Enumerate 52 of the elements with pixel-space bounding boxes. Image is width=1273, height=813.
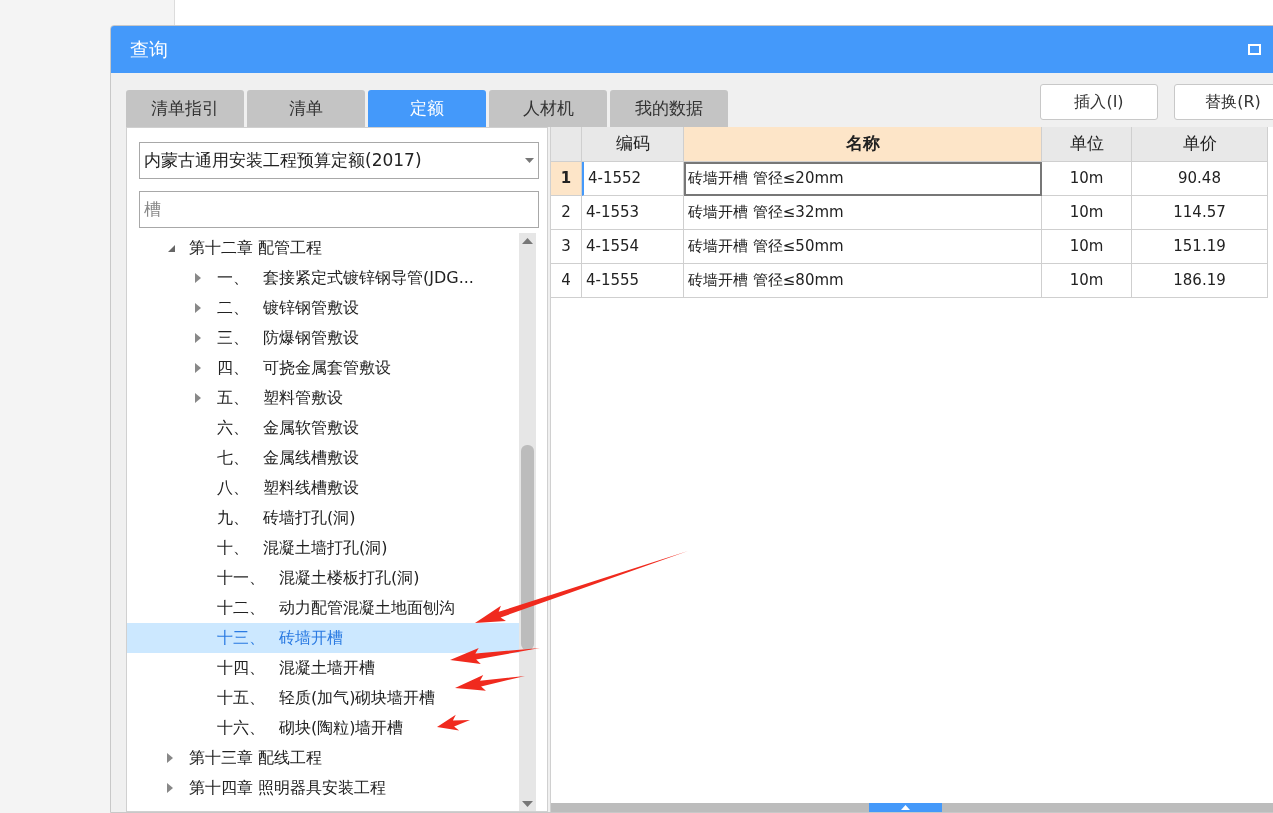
table-cell: 151.19 — [1132, 230, 1268, 264]
tree-item[interactable]: 第十四章 照明器具安装工程 — [127, 773, 519, 803]
table-cell: 4-1554 — [582, 230, 684, 264]
table-cell: 10m — [1042, 162, 1132, 196]
table-cell: 4-1555 — [582, 264, 684, 298]
table-cell: 186.19 — [1132, 264, 1268, 298]
tree-item[interactable]: 十二、 动力配管混凝土地面刨沟 — [127, 593, 519, 623]
action-button[interactable]: 插入(I) — [1040, 84, 1158, 120]
table-cell: 砖墙开槽 管径≤32mm — [684, 196, 1042, 230]
tab[interactable]: 清单 — [247, 90, 365, 127]
tree-item[interactable]: 十五、 轻质(加气)砌块墙开槽 — [127, 683, 519, 713]
tab[interactable]: 我的数据 — [610, 90, 728, 127]
column-header[interactable]: 名称 — [684, 127, 1042, 162]
library-dropdown[interactable]: 内蒙古通用安装工程预算定额(2017) — [139, 142, 539, 179]
tree-item[interactable]: 八、 塑料线槽敷设 — [127, 473, 519, 503]
table-cell: 10m — [1042, 230, 1132, 264]
column-header[interactable]: 单价 — [1132, 127, 1268, 162]
row-number[interactable]: 2 — [551, 196, 582, 230]
tree-item[interactable]: 一、 套接紧定式镀锌钢导管(JDG... — [127, 263, 519, 293]
row-number[interactable]: 1 — [551, 162, 582, 196]
column-header[interactable]: 单位 — [1042, 127, 1132, 162]
table-cell: 10m — [1042, 196, 1132, 230]
tree-item[interactable]: 十四、 混凝土墙开槽 — [127, 653, 519, 683]
tree-item[interactable]: 第十二章 配管工程 — [127, 233, 519, 263]
column-header[interactable]: 编码 — [582, 127, 684, 162]
tree-item[interactable]: 十六、 砌块(陶粒)墙开槽 — [127, 713, 519, 743]
tree-item[interactable]: 第十三章 配线工程 — [127, 743, 519, 773]
tree-item[interactable]: 二、 镀锌钢管敷设 — [127, 293, 519, 323]
table-cell: 砖墙开槽 管径≤20mm — [684, 162, 1042, 196]
table-cell: 10m — [1042, 264, 1132, 298]
row-number[interactable]: 4 — [551, 264, 582, 298]
tree-item[interactable]: 五、 塑料管敷设 — [127, 383, 519, 413]
table-cell: 4-1552 — [582, 162, 684, 196]
table-cell: 砖墙开槽 管径≤80mm — [684, 264, 1042, 298]
window-title: 查询 — [130, 37, 168, 63]
row-number[interactable]: 3 — [551, 230, 582, 264]
tree-item[interactable]: 四、 可挠金属套管敷设 — [127, 353, 519, 383]
tree-item[interactable]: 九、 砖墙打孔(洞) — [127, 503, 519, 533]
tab[interactable]: 人材机 — [489, 90, 607, 127]
table-cell: 114.57 — [1132, 196, 1268, 230]
table-cell: 4-1553 — [582, 196, 684, 230]
table-cell: 砖墙开槽 管径≤50mm — [684, 230, 1042, 264]
action-button[interactable]: 替换(R) — [1174, 84, 1273, 120]
tree-item[interactable]: 三、 防爆钢管敷设 — [127, 323, 519, 353]
table-cell: 90.48 — [1132, 162, 1268, 196]
tree-item[interactable]: 十一、 混凝土楼板打孔(洞) — [127, 563, 519, 593]
tree-item[interactable]: 十三、 砖墙开槽 — [127, 623, 519, 653]
tree-item[interactable]: 十、 混凝土墙打孔(洞) — [127, 533, 519, 563]
tree-item[interactable]: 七、 金属线槽敷设 — [127, 443, 519, 473]
tab[interactable]: 清单指引 — [126, 90, 244, 127]
search-field[interactable]: 槽 — [139, 191, 539, 228]
tree-item[interactable]: 六、 金属软管敷设 — [127, 413, 519, 443]
